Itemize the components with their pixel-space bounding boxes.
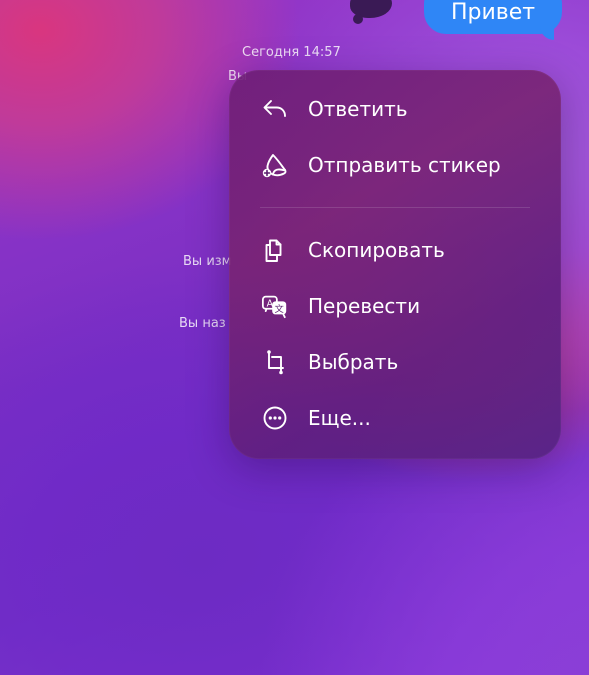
select-crop-icon xyxy=(261,348,289,376)
menu-item-label: Перевести xyxy=(308,294,421,318)
menu-item-label: Еще... xyxy=(308,406,371,430)
more-ellipsis-icon xyxy=(261,404,289,432)
menu-item-more[interactable]: Еще... xyxy=(229,390,561,446)
system-message-3: Вы наз xyxy=(179,316,226,331)
menu-divider xyxy=(260,207,530,208)
svg-text:文: 文 xyxy=(275,303,284,315)
menu-item-label: Выбрать xyxy=(308,350,399,374)
menu-item-label: Ответить xyxy=(308,97,408,121)
reply-icon xyxy=(261,95,289,123)
menu-item-label: Скопировать xyxy=(308,238,445,262)
date-separator: Сегодня 14:57 xyxy=(242,45,341,60)
sticker-add-icon xyxy=(261,151,289,179)
copy-icon xyxy=(261,236,289,264)
menu-item-reply[interactable]: Ответить xyxy=(229,81,561,137)
menu-item-label: Отправить стикер xyxy=(308,153,501,177)
menu-item-send-sticker[interactable]: Отправить стикер xyxy=(229,137,561,193)
system-message-2: Вы изм xyxy=(183,254,232,269)
reaction-shape-dot xyxy=(353,14,363,24)
translate-icon: A 文 xyxy=(261,292,289,320)
menu-item-select[interactable]: Выбрать xyxy=(229,334,561,390)
menu-item-copy[interactable]: Скопировать xyxy=(229,222,561,278)
message-text: Привет xyxy=(450,0,536,25)
menu-item-translate[interactable]: A 文 Перевести xyxy=(229,278,561,334)
message-context-menu: Ответить Отправить стикер Скопировать A … xyxy=(229,70,561,459)
